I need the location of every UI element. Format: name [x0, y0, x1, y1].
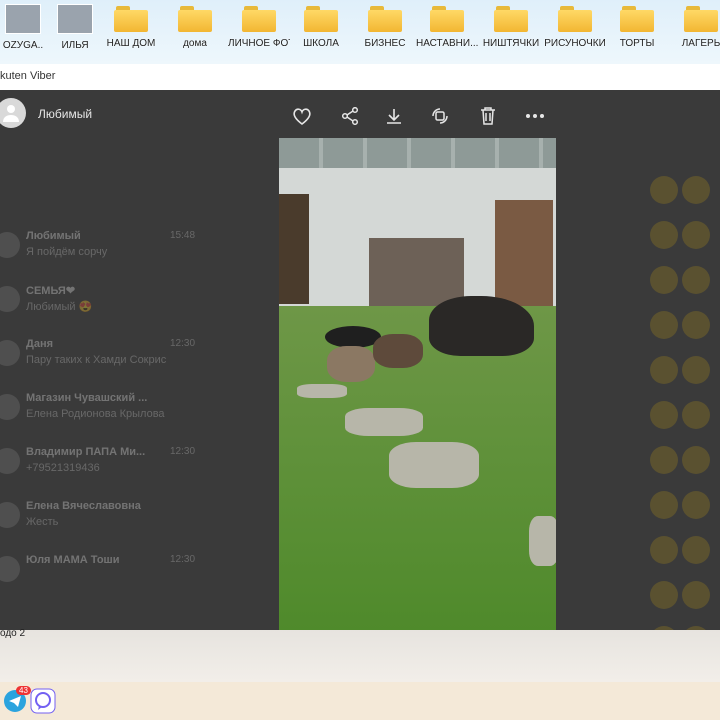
- desktop-icon-label: НАШ ДОМ: [106, 38, 156, 49]
- taskbar-telegram[interactable]: 43: [0, 686, 31, 716]
- viber-icon: [30, 688, 56, 714]
- chat-avatar: [0, 556, 20, 582]
- media-viewer-header: Любимый: [0, 90, 720, 138]
- taskbar: 43: [0, 682, 720, 720]
- chat-avatar: [0, 502, 20, 528]
- chat-name: Юля МАМА Тоши: [26, 554, 120, 566]
- desktop-icon[interactable]: НАСТАВНИ...: [416, 4, 478, 49]
- chat-list-item: Любимый Я пойдём сорчу 15:48: [0, 226, 250, 276]
- folder-icon: [114, 4, 148, 32]
- more-icon: [526, 114, 544, 118]
- folder-icon: [620, 4, 654, 32]
- chat-preview: Любимый 😍: [26, 301, 93, 313]
- trash-icon: [481, 107, 495, 125]
- chat-time: 12:30: [170, 338, 196, 349]
- chat-avatar: [0, 286, 20, 312]
- desktop-icon[interactable]: ШКОЛА: [290, 4, 352, 49]
- chat-preview: Жесть: [26, 516, 59, 528]
- desktop-icon[interactable]: ИЛЬЯ: [44, 4, 106, 51]
- chat-avatar: [0, 448, 20, 474]
- share-icon: [341, 107, 359, 125]
- like-button[interactable]: [290, 104, 314, 128]
- folder-icon: [430, 4, 464, 32]
- chat-list-item: Владимир ПАПА Ми... +79521319436 12:30: [0, 442, 250, 492]
- desktop-icon-label: НИШТЯЧКИ: [482, 38, 540, 49]
- desktop-icon[interactable]: РИСУНОЧКИ: [544, 4, 606, 49]
- rotate-icon: [432, 108, 448, 124]
- folder-icon: [242, 4, 276, 32]
- download-button[interactable]: [382, 104, 406, 128]
- heart-icon: [293, 108, 311, 125]
- file-thumbnail-icon: [5, 4, 41, 34]
- desktop-icon-label: ТОРТЫ: [619, 38, 655, 49]
- desktop-icon[interactable]: БИЗНЕС: [354, 4, 416, 49]
- folder-icon: [558, 4, 592, 32]
- desktop-icon-label: НАСТАВНИ...: [416, 38, 478, 49]
- chat-name: Владимир ПАПА Ми...: [26, 446, 146, 458]
- chat-list-item: Даня Пару таких к Хамди Сокрис 12:30: [0, 334, 250, 384]
- desktop-wallpaper: одо 2: [0, 628, 720, 682]
- chat-name: СЕМЬЯ❤: [26, 285, 76, 297]
- chat-time: 12:30: [170, 446, 196, 457]
- taskbar-viber[interactable]: [28, 686, 58, 716]
- desktop-icon-label: РИСУНОЧКИ: [544, 38, 606, 49]
- background-chat-list: Любимый Я пойдём сорчу 15:48 СЕМЬЯ❤ Любимый …: [0, 130, 260, 630]
- desktop-icon[interactable]: НАШ ДОМ: [100, 4, 162, 49]
- desktop-icon[interactable]: ЛИЧНОЕ ФОТО: [228, 4, 290, 49]
- contact-avatar[interactable]: [0, 98, 26, 128]
- folder-icon: [304, 4, 338, 32]
- delete-button[interactable]: [476, 104, 500, 128]
- chat-preview: +79521319436: [26, 462, 100, 474]
- partial-label: одо 2: [0, 628, 26, 639]
- chat-name: Магазин Чувашский ...: [26, 392, 148, 404]
- more-options-button[interactable]: [523, 104, 547, 128]
- desktop-icon[interactable]: НИШТЯЧКИ: [480, 4, 542, 49]
- chat-time: 15:48: [170, 230, 196, 241]
- chat-name: Даня: [26, 338, 54, 350]
- share-button[interactable]: [338, 104, 362, 128]
- user-icon: [3, 105, 19, 122]
- chat-avatar: [0, 394, 20, 420]
- desktop-icon-label: ИЛЬЯ: [61, 40, 89, 51]
- folder-icon: [494, 4, 528, 32]
- desktop-icon-label: ЛИЧНОЕ ФОТО: [228, 38, 290, 49]
- folder-icon: [684, 4, 718, 32]
- chat-time: 12:30: [170, 554, 196, 565]
- desktop-icon[interactable]: дома: [164, 4, 226, 49]
- chat-preview: Пару таких к Хамди Сокрис: [26, 354, 167, 366]
- background-emoji-panel: [648, 170, 720, 630]
- chat-avatar: [0, 340, 20, 366]
- desktop-icon-label: дома: [183, 38, 207, 49]
- folder-icon: [178, 4, 212, 32]
- desktop-icon-label: БИЗНЕС: [364, 38, 406, 49]
- chat-list-item: Елена Вячеславовна Жесть: [0, 496, 250, 546]
- window-titlebar: kuten Viber: [0, 64, 720, 91]
- chat-name: Елена Вячеславовна: [26, 500, 141, 512]
- viber-app: Любимый Я пойдём сорчу 15:48 СЕМЬЯ❤ Любимый …: [0, 90, 720, 630]
- rotate-button[interactable]: [428, 104, 452, 128]
- chat-preview: Елена Родионова Крылова: [26, 408, 165, 420]
- desktop-icons-bar: ОZУGА..ИЛЬЯНАШ ДОМдомаЛИЧНОЕ ФОТОШКОЛАБИ…: [0, 0, 720, 64]
- desktop-icon-label: ЛАГЕРЬ: [681, 38, 720, 49]
- chat-list-item: Магазин Чувашский ... Елена Родионова Кры…: [0, 388, 250, 438]
- chat-preview: Я пойдём сорчу: [26, 246, 108, 258]
- chat-avatar: [0, 232, 20, 258]
- media-photo[interactable]: [279, 138, 556, 630]
- download-icon: [387, 109, 401, 124]
- desktop-icon[interactable]: ЛАГЕРЬ: [670, 4, 720, 49]
- chat-list-item: СЕМЬЯ❤ Любимый 😍: [0, 280, 250, 330]
- chat-list-item: Юля МАМА Тоши 12:30: [0, 550, 250, 600]
- file-thumbnail-icon: [57, 4, 93, 34]
- contact-name: Любимый: [38, 107, 93, 121]
- desktop-icon[interactable]: ТОРТЫ: [606, 4, 668, 49]
- desktop-icon-label: ШКОЛА: [303, 38, 339, 49]
- folder-icon: [368, 4, 402, 32]
- chat-name: Любимый: [26, 230, 81, 242]
- window-title: kuten Viber: [0, 70, 56, 82]
